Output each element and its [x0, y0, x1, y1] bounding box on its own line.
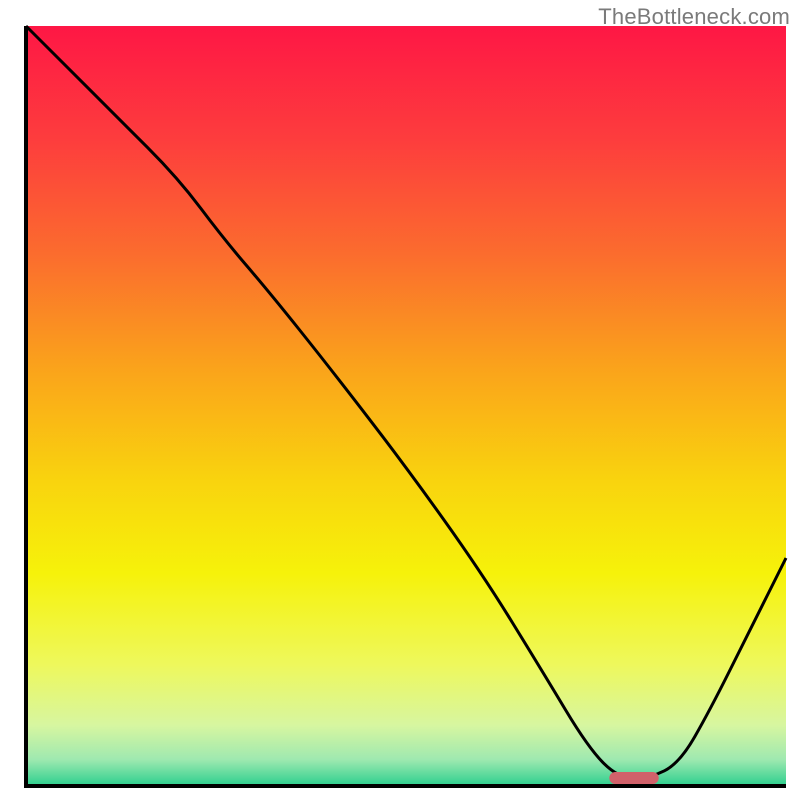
bottleneck-chart — [0, 0, 800, 800]
chart-container: TheBottleneck.com — [0, 0, 800, 800]
watermark-text: TheBottleneck.com — [598, 4, 790, 30]
optimal-marker — [609, 772, 658, 784]
